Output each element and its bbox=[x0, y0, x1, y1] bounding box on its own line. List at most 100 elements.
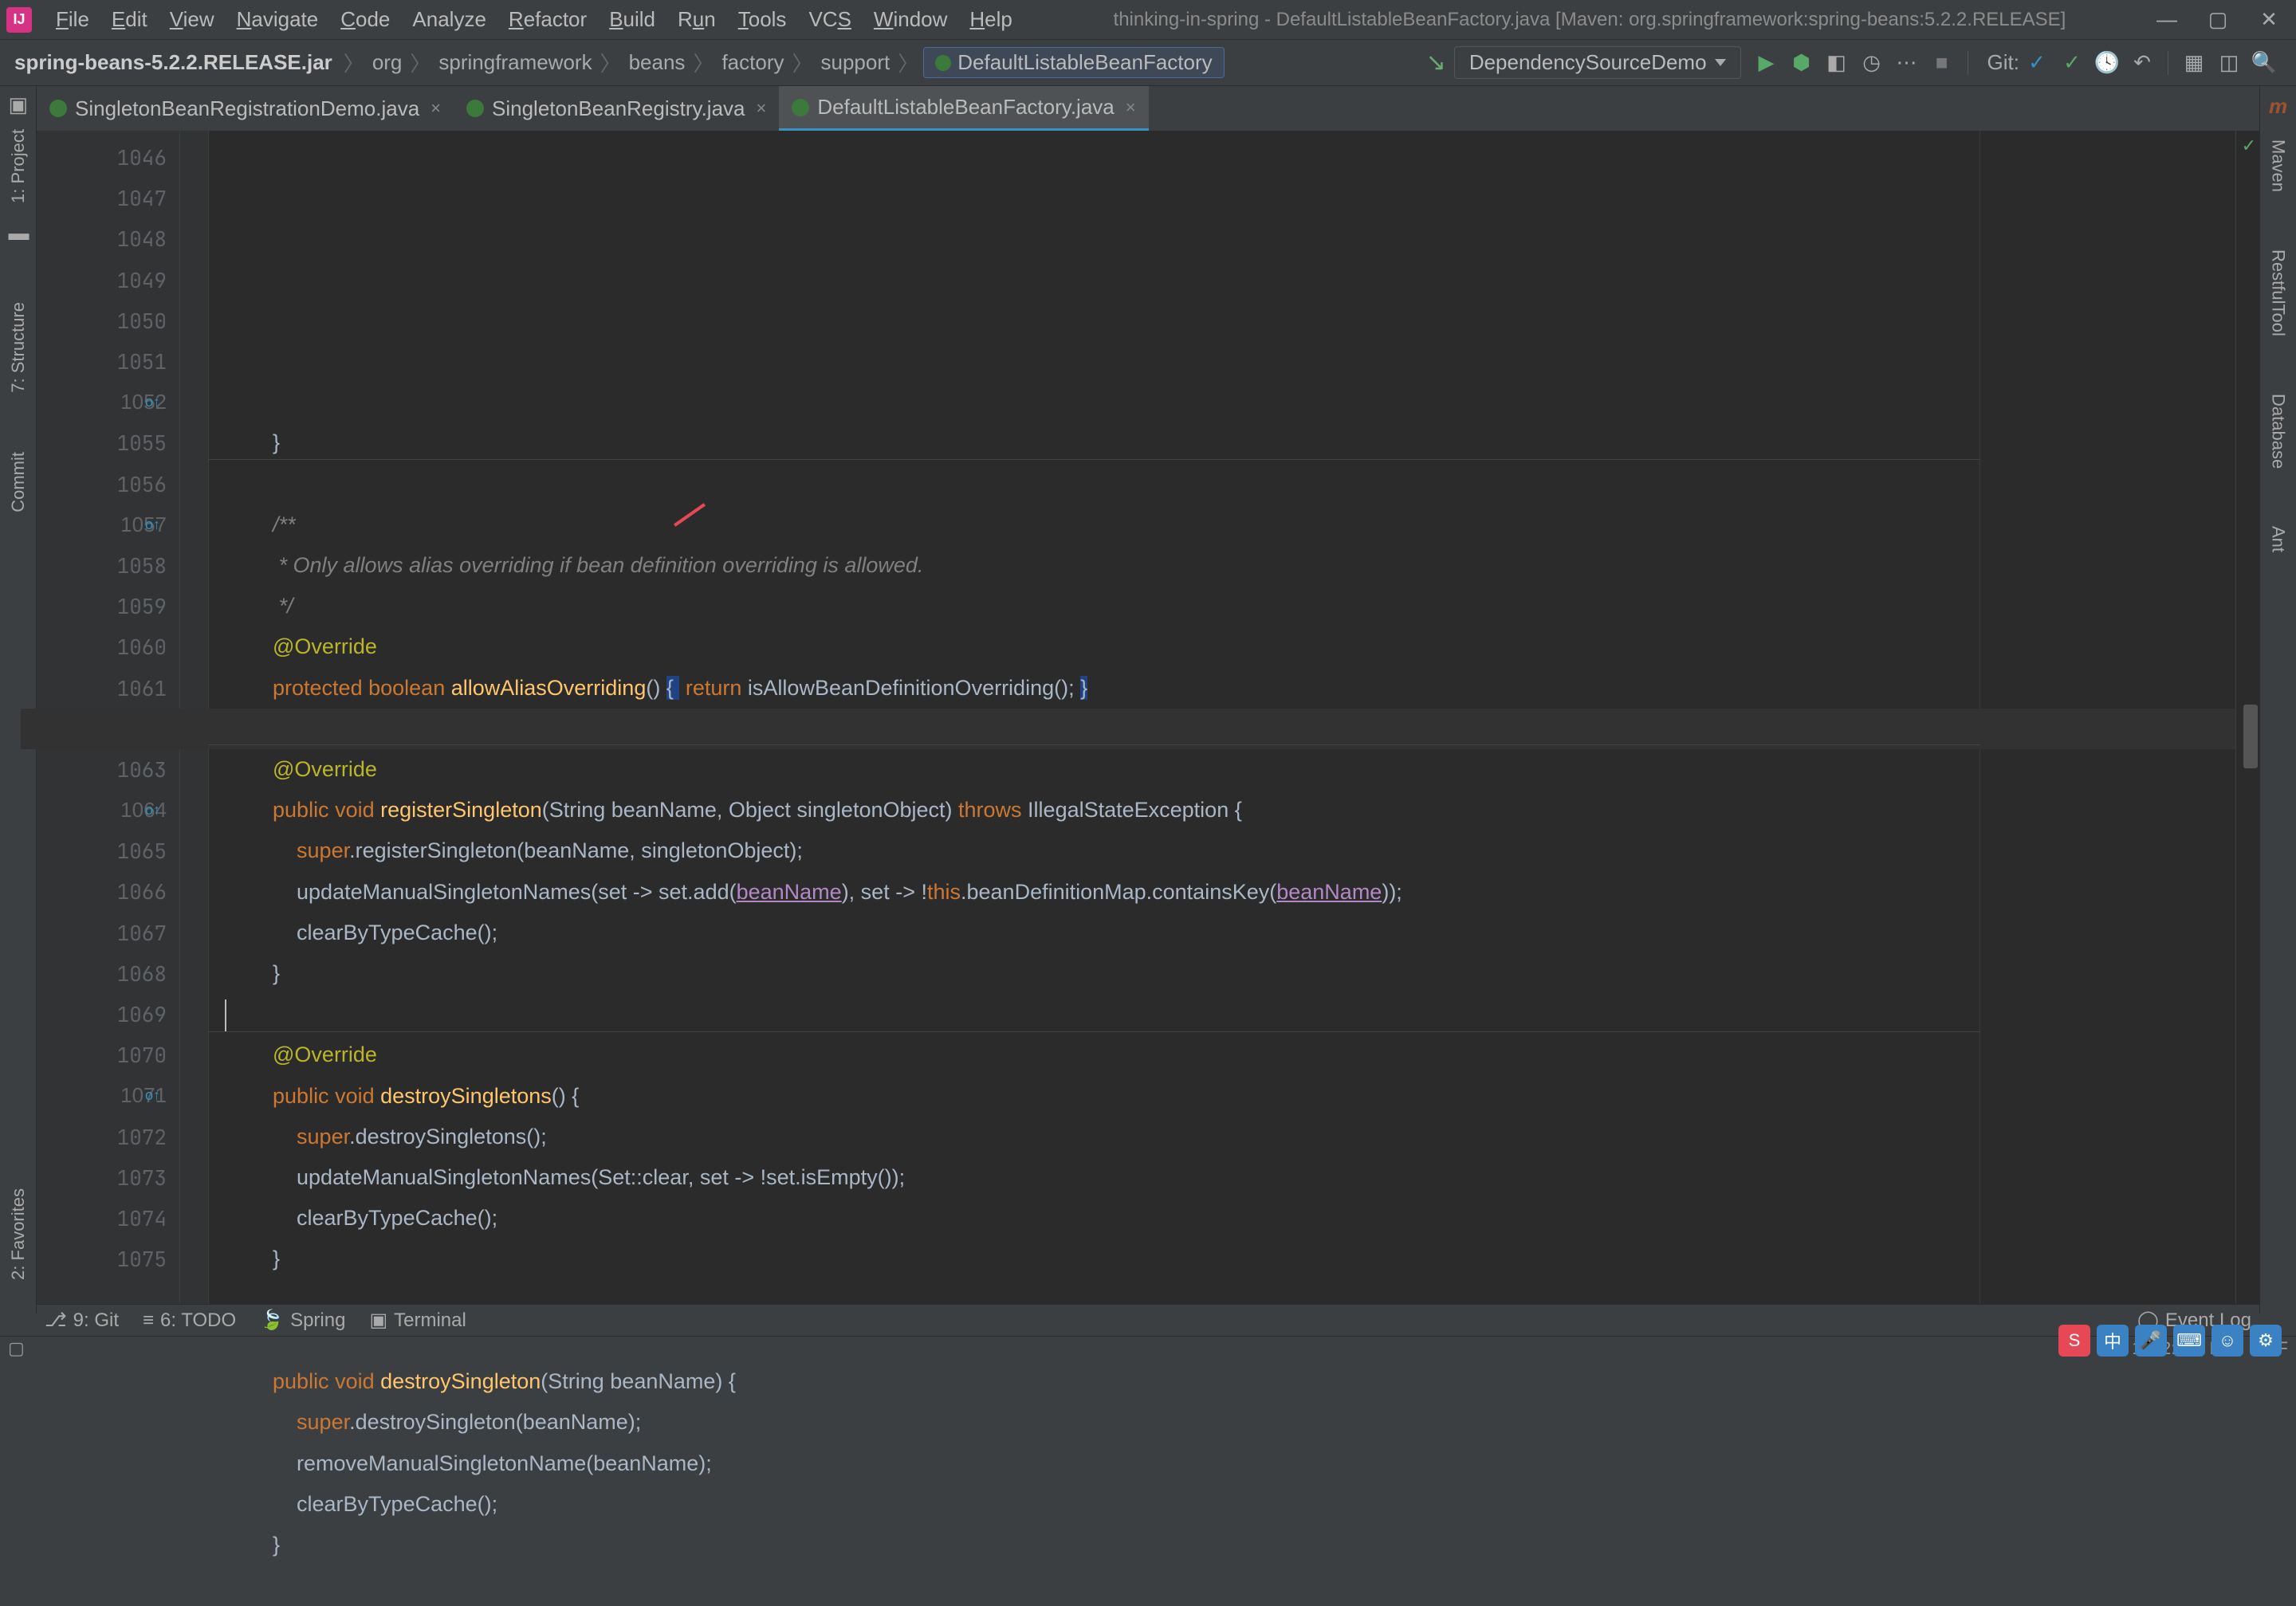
line-number[interactable]: 1061 bbox=[37, 667, 179, 708]
line-number[interactable]: 1067 bbox=[37, 913, 179, 953]
git-history-button[interactable]: 🕓 bbox=[2093, 49, 2121, 77]
keyboard-icon[interactable]: ⌨ bbox=[2173, 1325, 2205, 1357]
settings-icon[interactable]: ◫ bbox=[2215, 49, 2243, 77]
line-number[interactable]: 1056 bbox=[37, 464, 179, 505]
emoji-icon[interactable]: ☺ bbox=[2211, 1325, 2243, 1357]
breadcrumb-jar[interactable]: spring-beans-5.2.2.RELEASE.jar bbox=[14, 50, 332, 75]
profile-button[interactable]: ◷ bbox=[1858, 49, 1886, 77]
stop-button[interactable]: ■ bbox=[1928, 49, 1956, 77]
override-icon[interactable]: o↑ bbox=[145, 516, 160, 533]
lang-icon[interactable]: 中 bbox=[2097, 1325, 2129, 1357]
line-number[interactable]: 1049 bbox=[37, 260, 179, 300]
menu-edit[interactable]: Edit bbox=[100, 4, 159, 35]
commit-tool-button[interactable]: Commit bbox=[8, 447, 29, 517]
line-number[interactable]: 1047 bbox=[37, 178, 179, 218]
maven-icon[interactable]: m bbox=[2269, 94, 2287, 119]
git-commit-button[interactable]: ✓ bbox=[2058, 49, 2086, 77]
ime-icon[interactable]: S bbox=[2058, 1325, 2090, 1357]
menu-build[interactable]: Build bbox=[598, 4, 666, 35]
menu-window[interactable]: Window bbox=[863, 4, 958, 35]
editor[interactable]: 1046 1047 1048 1049 1050 1051 1052o↑ 105… bbox=[37, 131, 2259, 1313]
line-number[interactable]: 1051 bbox=[37, 341, 179, 382]
line-number[interactable]: 1055 bbox=[37, 422, 179, 463]
close-icon[interactable]: × bbox=[757, 98, 767, 119]
line-number[interactable]: 1070 bbox=[37, 1035, 179, 1075]
line-number[interactable]: 1071o↑ bbox=[37, 1075, 179, 1116]
git-update-button[interactable]: ✓ bbox=[2023, 49, 2051, 77]
indent-icon[interactable]: ▦ bbox=[2180, 49, 2208, 77]
menu-file[interactable]: File bbox=[45, 4, 100, 35]
maximize-button[interactable]: ▢ bbox=[2207, 9, 2229, 31]
line-number[interactable]: 1060 bbox=[37, 626, 179, 667]
tab-singleton-demo[interactable]: SingletonBeanRegistrationDemo.java× bbox=[37, 86, 454, 131]
scrollbar-thumb[interactable] bbox=[2243, 705, 2258, 768]
line-number[interactable]: 1065 bbox=[37, 830, 179, 871]
ant-tool-button[interactable]: Ant bbox=[2268, 521, 2289, 557]
menu-run[interactable]: Run bbox=[666, 4, 727, 35]
breadcrumb-factory[interactable]: factory bbox=[718, 50, 787, 75]
menu-vcs[interactable]: VCS bbox=[797, 4, 862, 35]
override-icon[interactable]: o↑ bbox=[145, 802, 160, 819]
folder-icon[interactable]: ▬ bbox=[9, 221, 28, 240]
git-tool-button[interactable]: ⎇ 9: Git bbox=[45, 1309, 119, 1332]
line-number[interactable]: 1052o↑ bbox=[37, 382, 179, 422]
settings-tray-icon[interactable]: ⚙ bbox=[2250, 1325, 2282, 1357]
line-number[interactable]: 1064o↑ bbox=[37, 790, 179, 830]
maven-tool-button[interactable]: Maven bbox=[2268, 135, 2289, 197]
coverage-button[interactable]: ◧ bbox=[1822, 49, 1851, 77]
breadcrumb-org[interactable]: org bbox=[369, 50, 406, 75]
line-number[interactable]: 1075 bbox=[37, 1239, 179, 1279]
debug-button[interactable]: ⬢ bbox=[1787, 49, 1816, 77]
line-number[interactable]: 1068 bbox=[37, 953, 179, 994]
line-number[interactable]: 1072 bbox=[37, 1117, 179, 1157]
minimize-button[interactable]: — bbox=[2156, 9, 2178, 31]
tab-singleton-registry[interactable]: SingletonBeanRegistry.java× bbox=[454, 86, 779, 131]
spring-tool-button[interactable]: 🍃 Spring bbox=[260, 1309, 345, 1332]
menu-navigate[interactable]: Navigate bbox=[226, 4, 330, 35]
menu-refactor[interactable]: Refactor bbox=[497, 4, 598, 35]
menu-analyze[interactable]: Analyze bbox=[401, 4, 497, 35]
breadcrumb-beans[interactable]: beans bbox=[626, 50, 689, 75]
database-tool-button[interactable]: Database bbox=[2268, 389, 2289, 473]
line-number[interactable]: 1058 bbox=[37, 545, 179, 586]
run-button[interactable]: ▶ bbox=[1752, 49, 1781, 77]
favorites-tool-button[interactable]: 2: Favorites bbox=[8, 1184, 29, 1285]
search-everywhere-button[interactable]: 🔍 bbox=[2250, 49, 2278, 77]
mic-icon[interactable]: 🎤 bbox=[2135, 1325, 2167, 1357]
menu-code[interactable]: Code bbox=[329, 4, 401, 35]
inspection-ok-icon[interactable]: ✓ bbox=[2242, 135, 2256, 156]
breadcrumb-class[interactable]: DefaultListableBeanFactory bbox=[923, 47, 1224, 78]
run-configuration-dropdown[interactable]: DependencySourceDemo bbox=[1454, 46, 1741, 79]
line-number[interactable]: 1069 bbox=[37, 994, 179, 1035]
close-icon[interactable]: × bbox=[1126, 97, 1136, 118]
line-number[interactable]: 1059 bbox=[37, 586, 179, 626]
attach-button[interactable]: ⋯ bbox=[1893, 49, 1921, 77]
override-icon[interactable]: o↑ bbox=[145, 1087, 160, 1104]
menu-help[interactable]: Help bbox=[958, 4, 1023, 35]
line-number[interactable]: 1073 bbox=[37, 1157, 179, 1198]
breadcrumb-support[interactable]: support bbox=[818, 50, 894, 75]
line-number[interactable]: 1066 bbox=[37, 871, 179, 912]
build-icon[interactable]: ↘ bbox=[1426, 49, 1446, 77]
status-icon[interactable]: ▢ bbox=[8, 1338, 25, 1359]
close-button[interactable]: ✕ bbox=[2258, 9, 2280, 31]
structure-tool-button[interactable]: 7: Structure bbox=[8, 297, 29, 398]
line-number[interactable]: 1057o↑ bbox=[37, 505, 179, 545]
terminal-tool-button[interactable]: ▣ Terminal bbox=[369, 1309, 466, 1332]
line-number[interactable]: 1074 bbox=[37, 1198, 179, 1239]
todo-tool-button[interactable]: ≡ 6: TODO bbox=[143, 1310, 236, 1332]
project-icon[interactable]: ▣ bbox=[9, 92, 28, 112]
breadcrumb-springframework[interactable]: springframework bbox=[435, 50, 595, 75]
override-icon[interactable]: o↑ bbox=[145, 394, 160, 410]
git-revert-button[interactable]: ↶ bbox=[2128, 49, 2156, 77]
code-content[interactable]: } /** * Only allows alias overriding if … bbox=[209, 131, 2235, 1313]
menu-view[interactable]: View bbox=[159, 4, 226, 35]
error-stripe[interactable]: ✓ bbox=[2235, 131, 2259, 1313]
project-tool-button[interactable]: 1: Project bbox=[8, 124, 29, 208]
restful-tool-button[interactable]: RestfulTool bbox=[2268, 245, 2289, 341]
menu-tools[interactable]: Tools bbox=[727, 4, 798, 35]
tab-default-listable[interactable]: DefaultListableBeanFactory.java× bbox=[779, 86, 1148, 131]
line-number[interactable]: 1063 bbox=[37, 749, 179, 790]
line-number[interactable]: 1048 bbox=[37, 218, 179, 259]
line-number[interactable]: 1050 bbox=[37, 300, 179, 341]
